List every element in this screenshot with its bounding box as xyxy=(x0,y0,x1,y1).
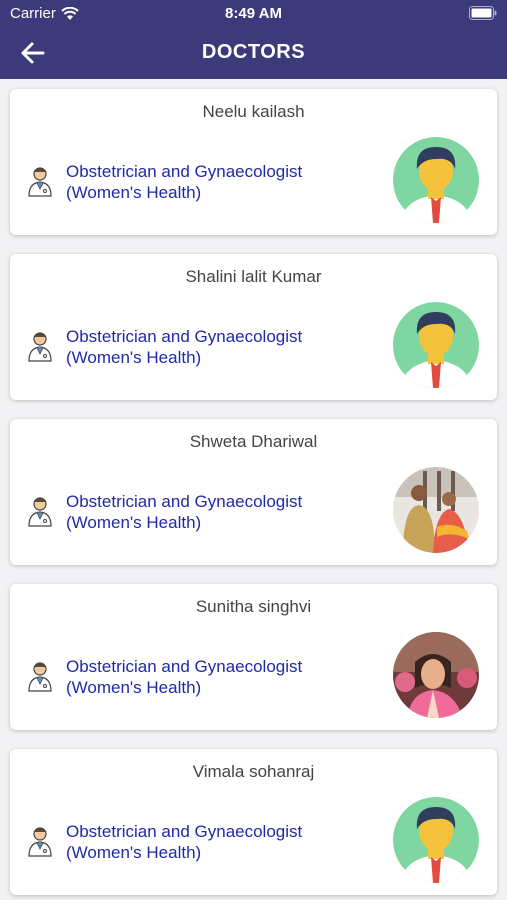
doctor-name: Shalini lalit Kumar xyxy=(185,267,322,286)
doctor-icon xyxy=(28,497,52,527)
doctor-name: Shweta Dhariwal xyxy=(189,432,318,451)
specialty-subline: (Women's Health) xyxy=(66,348,202,367)
woman-photo xyxy=(393,632,479,718)
page-title: DOCTORS xyxy=(201,41,306,63)
doctor-card[interactable]: Sunitha singhvi Obstetrician and Gynaeco… xyxy=(10,584,497,730)
specialty-line: Obstetrician and Gynaecologist xyxy=(66,822,303,841)
default-avatar-image xyxy=(393,797,479,883)
doctor-specialty: Obstetrician and Gynaecologist (Women's … xyxy=(66,161,386,203)
specialty-line: Obstetrician and Gynaecologist xyxy=(66,492,303,511)
doctor-specialty: Obstetrician and Gynaecologist (Women's … xyxy=(66,821,386,863)
doctor-icon xyxy=(28,332,52,362)
default-avatar-image xyxy=(393,137,479,223)
doctor-card[interactable]: Shweta Dhariwal Obstetrician and Gynaeco… xyxy=(10,419,497,565)
doctor-card[interactable]: Shalini lalit Kumar Obstetrician and Gyn… xyxy=(10,254,497,400)
doctor-avatar xyxy=(393,137,479,223)
doctor-avatar xyxy=(393,467,479,553)
status-bar: Carrier 8:49 AM xyxy=(0,0,507,28)
doctor-card[interactable]: Vimala sohanraj Obstetrician and Gynaeco… xyxy=(10,749,497,895)
specialty-line: Obstetrician and Gynaecologist xyxy=(66,657,303,676)
specialty-subline: (Women's Health) xyxy=(66,843,202,862)
doctor-icon xyxy=(28,827,52,857)
doctor-card[interactable]: Neelu kailash Obstetrician and Gynaecolo… xyxy=(10,89,497,235)
specialty-line: Obstetrician and Gynaecologist xyxy=(66,327,303,346)
doctor-specialty: Obstetrician and Gynaecologist (Women's … xyxy=(66,326,386,368)
app-header: Carrier 8:49 AM DOCTORS xyxy=(0,0,507,79)
default-avatar-image xyxy=(393,302,479,388)
doctor-name: Vimala sohanraj xyxy=(192,762,315,781)
specialty-subline: (Women's Health) xyxy=(66,183,202,202)
specialty-line: Obstetrician and Gynaecologist xyxy=(66,162,303,181)
specialty-subline: (Women's Health) xyxy=(66,678,202,697)
doctor-avatar xyxy=(393,302,479,388)
doctor-specialty: Obstetrician and Gynaecologist (Women's … xyxy=(66,656,386,698)
doctor-icon xyxy=(28,662,52,692)
doctor-avatar xyxy=(393,797,479,883)
status-time: 8:49 AM xyxy=(225,5,282,22)
doctor-avatar xyxy=(393,632,479,718)
doctor-specialty: Obstetrician and Gynaecologist (Women's … xyxy=(66,491,386,533)
battery-icon xyxy=(469,6,497,20)
doctor-name: Neelu kailash xyxy=(202,102,305,121)
specialty-subline: (Women's Health) xyxy=(66,513,202,532)
doctor-icon xyxy=(28,167,52,197)
doctor-name: Sunitha singhvi xyxy=(195,597,312,616)
couple-photo xyxy=(393,467,479,553)
